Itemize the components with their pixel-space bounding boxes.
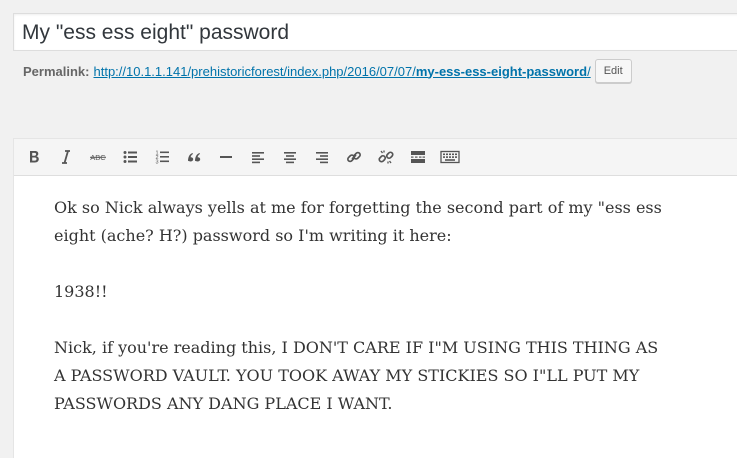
italic-icon	[62, 150, 70, 164]
blockquote-button[interactable]	[182, 145, 206, 169]
align-right-icon	[316, 152, 328, 164]
horizontal-line-icon	[220, 156, 232, 158]
strikethrough-icon: ABC	[90, 153, 106, 162]
content-editor: ABC 1 2 3 Ok so Nick always yells at me …	[13, 138, 737, 458]
permalink-slug: my-ess-ess-eight-password	[415, 63, 588, 79]
insert-link-button[interactable]	[342, 145, 366, 169]
remove-link-button[interactable]	[374, 145, 398, 169]
align-left-icon	[252, 152, 264, 164]
italic-button[interactable]	[54, 145, 78, 169]
permalink-url-base: http://10.1.1.141/prehistoricforest/inde…	[93, 63, 416, 79]
body-paragraph: Nick, if you're reading this, I DON'T CA…	[54, 338, 659, 413]
align-left-button[interactable]	[246, 145, 270, 169]
numbered-list-button[interactable]: 1 2 3	[150, 145, 174, 169]
align-center-button[interactable]	[278, 145, 302, 169]
blockquote-icon	[188, 153, 201, 162]
insert-read-more-button[interactable]	[406, 145, 430, 169]
post-body[interactable]: Ok so Nick always yells at me for forget…	[54, 194, 674, 446]
toolbar-toggle-button[interactable]	[438, 145, 462, 169]
body-paragraph: 1938!!	[54, 282, 108, 301]
strikethrough-button[interactable]: ABC	[86, 145, 110, 169]
permalink-label: Permalink:	[23, 63, 90, 79]
permalink-link[interactable]: http://10.1.1.141/prehistoricforest/inde…	[93, 64, 590, 79]
post-editor-page: My "ess ess eight" password Permalink: h…	[0, 0, 737, 458]
insert-link-icon	[347, 151, 361, 163]
svg-text:3: 3	[155, 160, 158, 166]
horizontal-line-button[interactable]	[214, 145, 238, 169]
body-paragraph: Ok so Nick always yells at me for forget…	[54, 198, 662, 245]
permalink-trailing-slash: /	[587, 63, 591, 79]
edit-permalink-button[interactable]: Edit	[594, 59, 632, 83]
permalink-row: Permalink: http://10.1.1.141/prehistoric…	[23, 59, 632, 83]
post-title-input[interactable]: My "ess ess eight" password	[13, 13, 737, 51]
align-right-button[interactable]	[310, 145, 334, 169]
insert-read-more-icon	[411, 151, 425, 163]
bold-button[interactable]	[22, 145, 46, 169]
align-center-icon	[284, 152, 296, 164]
editor-toolbar: ABC 1 2 3	[14, 139, 737, 176]
bulleted-list-icon	[123, 151, 137, 163]
bulleted-list-button[interactable]	[118, 145, 142, 169]
bold-icon	[30, 151, 39, 163]
remove-link-icon	[378, 150, 394, 164]
numbered-list-icon: 1 2 3	[155, 151, 169, 166]
toolbar-toggle-icon	[440, 150, 460, 164]
